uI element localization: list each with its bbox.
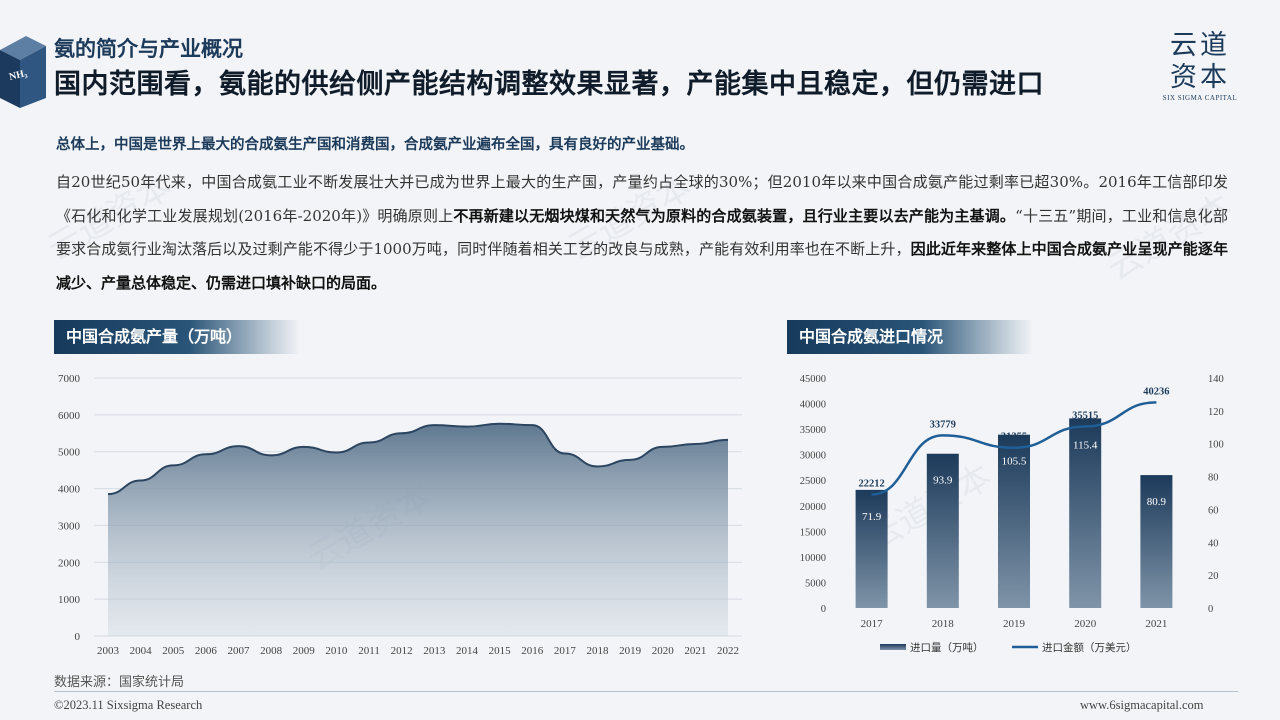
y-left-tick-label: 30000 xyxy=(800,451,826,462)
y-left-tick-label: 15000 xyxy=(800,527,826,538)
y-tick-label: 1000 xyxy=(58,594,81,606)
x-tick-label: 2004 xyxy=(130,645,153,657)
y-tick-label: 2000 xyxy=(58,557,81,569)
y-tick-label: 6000 xyxy=(58,410,81,422)
y-left-tick-label: 10000 xyxy=(800,553,826,564)
company-logo: 云道 资本 SIX SIGMA CAPITAL xyxy=(1160,30,1240,110)
x-tick-label: 2010 xyxy=(325,645,348,657)
x-tick-label: 2014 xyxy=(456,645,479,657)
y-tick-label: 0 xyxy=(75,631,81,643)
bar-value-label: 71.9 xyxy=(862,511,882,523)
x-tick-label: 2003 xyxy=(97,645,120,657)
x-tick-label: 2011 xyxy=(358,645,380,657)
x-tick-label: 2017 xyxy=(861,618,884,630)
x-tick-label: 2019 xyxy=(1003,618,1026,630)
x-tick-label: 2021 xyxy=(1145,618,1167,630)
production-area-chart: 0 1000 2000 3000 4000 5000 6000 7000 2003 2004 200… xyxy=(58,373,742,657)
y-right-tick-label: 40 xyxy=(1208,538,1219,549)
x-tick-label: 2017 xyxy=(554,645,577,657)
copyright: ©2023.11 Sixsigma Research xyxy=(54,698,203,712)
bar-value-label: 93.9 xyxy=(933,475,953,487)
x-tick-label: 2019 xyxy=(619,645,642,657)
x-tick-label: 2020 xyxy=(652,645,675,657)
x-tick-label: 2012 xyxy=(391,645,413,657)
legend-bar-label: 进口量（万吨） xyxy=(910,641,984,654)
x-tick-label: 2018 xyxy=(932,618,955,630)
y-right-tick-label: 0 xyxy=(1208,604,1213,615)
body-paragraph: 自20世纪50年代来，中国合成氨工业不断发展壮大并已成为世界上最大的生产国，产量… xyxy=(56,166,1228,300)
y-tick-label: 7000 xyxy=(58,373,81,385)
y-left-tick-label: 40000 xyxy=(800,400,826,411)
y-left-tick-label: 45000 xyxy=(800,374,826,385)
y-right-tick-label: 100 xyxy=(1208,440,1224,451)
chart1-header: 中国合成氨产量（万吨） xyxy=(54,320,300,354)
bar-value-label: 105.5 xyxy=(1002,456,1027,468)
x-tick-label: 2015 xyxy=(489,645,512,657)
x-tick-label: 2007 xyxy=(228,645,251,657)
footer-divider xyxy=(54,691,1238,692)
data-source: 数据来源：国家统计局 xyxy=(54,675,185,690)
logo-cn-line2: 资本 xyxy=(1170,62,1230,93)
bar-value-label: 80.9 xyxy=(1147,496,1167,508)
bar-value-label: 115.4 xyxy=(1073,439,1098,451)
x-tick-label: 2013 xyxy=(423,645,446,657)
lead-sentence: 总体上，中国是世界上最大的合成氨生产国和消费国，合成氨产业遍布全国，具有良好的产… xyxy=(56,136,694,153)
y-tick-label: 5000 xyxy=(58,447,81,459)
legend-bar-swatch xyxy=(880,644,906,650)
bar xyxy=(855,489,888,608)
y-left-tick-label: 20000 xyxy=(800,502,826,513)
x-tick-label: 2006 xyxy=(195,645,218,657)
line-value-label: 33779 xyxy=(930,419,956,430)
x-tick-label: 2009 xyxy=(293,645,316,657)
x-tick-label: 2005 xyxy=(162,645,185,657)
y-tick-label: 3000 xyxy=(58,520,81,532)
x-tick-label: 2020 xyxy=(1074,618,1097,630)
y-tick-label: 4000 xyxy=(58,484,81,496)
section-subtitle: 氨的简介与产业概况 xyxy=(54,36,243,61)
y-right-tick-label: 80 xyxy=(1208,473,1219,484)
y-right-tick-label: 140 xyxy=(1208,374,1224,385)
legend-line-label: 进口金额（万美元） xyxy=(1042,641,1137,654)
x-tick-label: 2016 xyxy=(521,645,544,657)
nh3-cube-icon: NH₃ xyxy=(0,36,46,108)
line-value-label: 35515 xyxy=(1072,410,1098,421)
y-left-tick-label: 35000 xyxy=(800,425,826,436)
x-tick-label: 2022 xyxy=(717,645,739,657)
x-tick-label: 2018 xyxy=(586,645,609,657)
import-combo-chart: 0 5000 10000 15000 20000 25000 30000 35000 40000… xyxy=(800,374,1224,654)
line-value-label: 22212 xyxy=(858,478,884,489)
para-bold-1: 不再新建以无烟块煤和天然气为原料的合成氨装置，且行业主要以去产能为主基调。 xyxy=(453,206,1016,225)
logo-cn-line1: 云道 xyxy=(1170,30,1230,61)
chart2-header: 中国合成氨进口情况 xyxy=(787,320,1033,354)
website-link[interactable]: www.6sigmacapital.com xyxy=(1080,698,1203,713)
y-right-tick-label: 120 xyxy=(1208,407,1224,418)
bar xyxy=(1140,475,1173,608)
logo-en: SIX SIGMA CAPITAL xyxy=(1162,94,1238,102)
x-tick-label: 2021 xyxy=(684,645,706,657)
y-right-tick-label: 60 xyxy=(1208,505,1219,516)
y-left-tick-label: 5000 xyxy=(805,578,826,589)
page-title: 国内范围看，氨能的供给侧产能结构调整效果显著，产能集中且稳定，但仍需进口 xyxy=(54,69,1044,100)
y-left-tick-label: 0 xyxy=(821,604,826,615)
x-tick-label: 2008 xyxy=(260,645,283,657)
y-right-tick-label: 20 xyxy=(1208,571,1219,582)
line-value-label: 40236 xyxy=(1143,386,1169,397)
y-left-tick-label: 25000 xyxy=(800,476,826,487)
line-value-label: 31355 xyxy=(1001,432,1027,443)
